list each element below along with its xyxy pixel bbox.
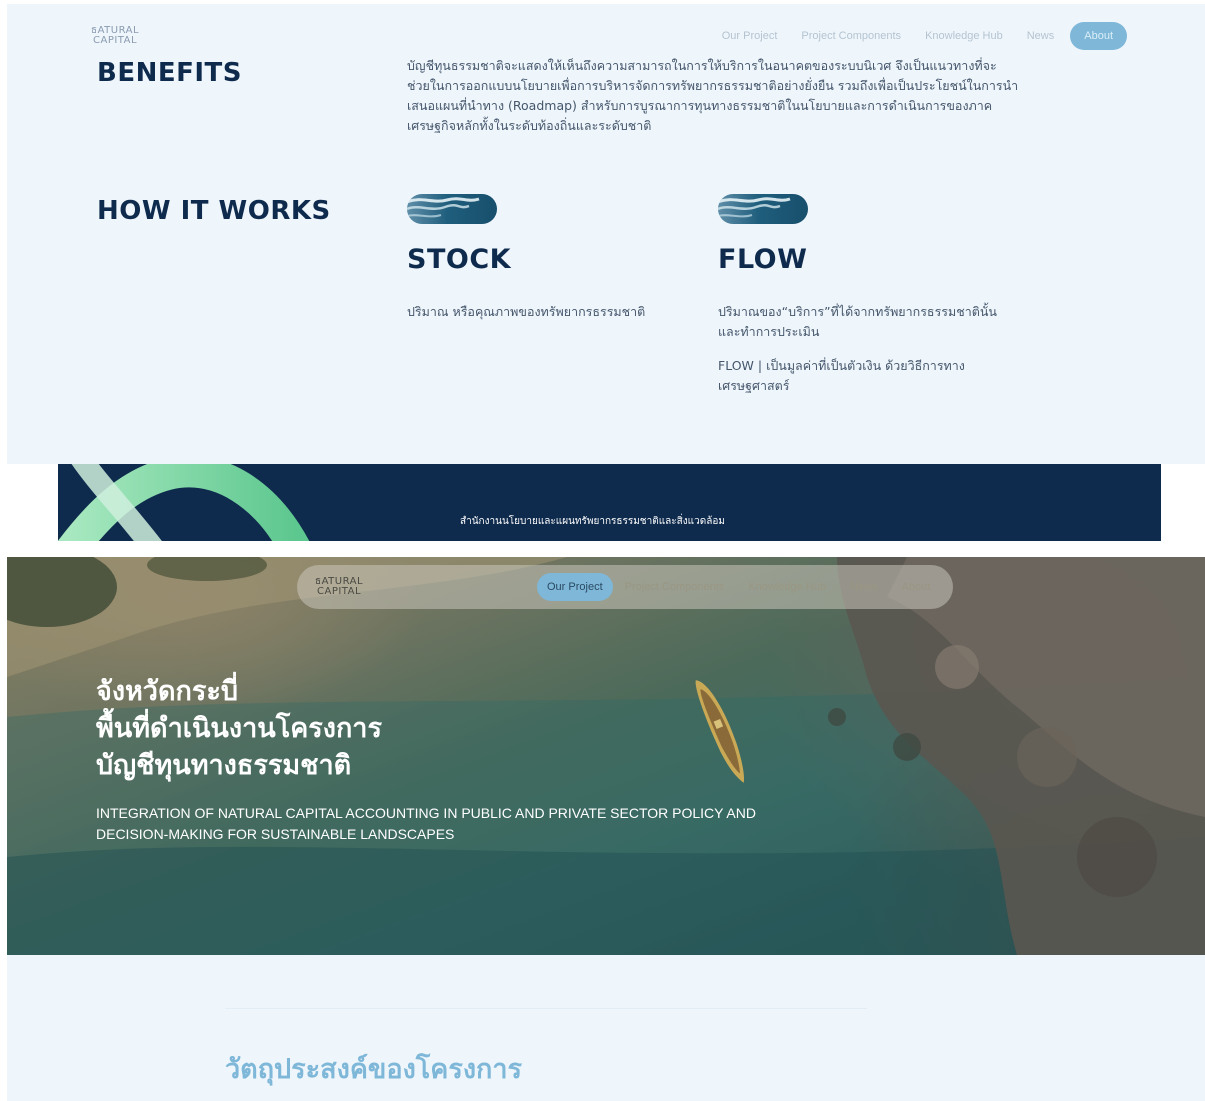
flow-description: ปริมาณของ“บริการ”ที่ได้จากทรัพยากรธรรมชา…	[718, 304, 997, 339]
hero-title-line-1: จังหวัดกระบี่	[96, 676, 238, 707]
flow-title: FLOW	[718, 244, 808, 275]
section-divider	[225, 1008, 867, 1009]
nav-project-components[interactable]: Project Components	[789, 22, 913, 50]
logo-line-2: CAPITAL	[93, 35, 138, 46]
hero-section: ธATURAL CAPITAL Our Project Project Comp…	[7, 557, 1205, 955]
hero-nav-our-project[interactable]: Our Project	[537, 573, 613, 601]
objectives-section: วัตถุประสงค์ของโครงการ	[7, 955, 1205, 1101]
site-footer: สำนักงานนโยบายและแผนทรัพยากรธรรมชาติและส…	[58, 464, 1161, 541]
nav-our-project[interactable]: Our Project	[710, 22, 790, 50]
footer-org-name: สำนักงานนโยบายและแผนทรัพยากรธรรมชาติและส…	[460, 516, 725, 527]
stock-title: STOCK	[407, 244, 512, 275]
about-section: ธATURAL CAPITAL Our Project Project Comp…	[7, 4, 1205, 464]
benefits-heading: BENEFITS	[97, 58, 242, 88]
hero-title-line-3: บัญชีทุนทางธรรมชาติ	[96, 750, 352, 781]
benefits-text: บัญชีทุนธรรมชาติจะแสดงให้เห็นถึงความสามา…	[407, 58, 1019, 133]
stock-wave-image	[407, 194, 497, 224]
hero-nav-news[interactable]: News	[838, 573, 890, 601]
hero-title: จังหวัดกระบี่ พื้นที่ดำเนินงานโครงการ บั…	[96, 673, 382, 784]
hero-nav-bar: ธATURAL CAPITAL Our Project Project Comp…	[297, 565, 953, 609]
nav-knowledge-hub[interactable]: Knowledge Hub	[913, 22, 1015, 50]
hero-nav-items: Our Project Project Components Knowledge…	[537, 573, 942, 601]
green-ribbon-graphic	[58, 464, 310, 541]
hero-site-logo[interactable]: ธATURAL CAPITAL	[315, 577, 363, 597]
hero-subtitle: INTEGRATION OF NATURAL CAPITAL ACCOUNTIN…	[96, 805, 756, 842]
hero-title-line-2: พื้นที่ดำเนินงานโครงการ	[96, 713, 382, 744]
nav-news[interactable]: News	[1015, 22, 1067, 50]
hero-nav-project-components[interactable]: Project Components	[613, 573, 737, 601]
hero-nav-about[interactable]: About	[890, 573, 943, 601]
nav-about[interactable]: About	[1070, 22, 1127, 50]
hero-nav-knowledge-hub[interactable]: Knowledge Hub	[736, 573, 838, 601]
flow-wave-image	[718, 194, 808, 224]
how-it-works-heading: HOW IT WORKS	[97, 196, 331, 226]
flow-value-text: FLOW | เป็นมูลค่าที่เป็นตัวเงิน ด้วยวิธี…	[718, 358, 965, 393]
site-logo[interactable]: ธATURAL CAPITAL	[91, 26, 139, 46]
objectives-heading: วัตถุประสงค์ของโครงการ	[225, 1054, 523, 1085]
hero-logo-line-2: CAPITAL	[317, 586, 362, 597]
stock-description: ปริมาณ หรือคุณภาพของทรัพยากรธรรมชาติ	[407, 304, 646, 319]
main-nav: Our Project Project Components Knowledge…	[710, 22, 1127, 50]
